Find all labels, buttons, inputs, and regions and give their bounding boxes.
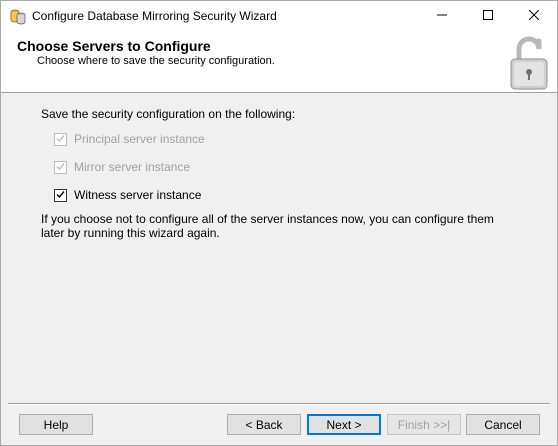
wizard-header: Choose Servers to Configure Choose where… <box>1 31 557 93</box>
wizard-content: Save the security configuration on the f… <box>1 93 557 403</box>
minimize-button[interactable] <box>419 1 465 31</box>
maximize-button[interactable] <box>465 1 511 31</box>
maximize-icon <box>483 9 493 23</box>
checkmark-icon <box>56 132 65 146</box>
checkmark-icon <box>56 160 65 174</box>
principal-server-checkbox[interactable]: Principal server instance <box>54 131 205 147</box>
footer-divider <box>8 403 550 405</box>
info-note: If you choose not to configure all of th… <box>41 212 494 240</box>
mirror-server-checkbox[interactable]: Mirror server instance <box>54 159 190 175</box>
close-icon <box>528 9 540 23</box>
page-title: Choose Servers to Configure <box>17 38 211 54</box>
instruction-label: Save the security configuration on the f… <box>41 107 296 121</box>
next-button[interactable]: Next > <box>307 414 381 435</box>
database-icon <box>9 8 27 26</box>
checkmark-icon <box>56 188 65 202</box>
title-bar[interactable]: Configure Database Mirroring Security Wi… <box>1 1 557 31</box>
checkbox-box <box>54 132 67 146</box>
finish-button[interactable]: Finish >>| <box>387 414 461 435</box>
wizard-window: Configure Database Mirroring Security Wi… <box>0 0 558 446</box>
checkbox-label: Principal server instance <box>74 132 205 146</box>
checkbox-box <box>54 160 67 174</box>
minimize-icon <box>437 9 447 23</box>
close-button[interactable] <box>511 1 557 31</box>
lock-icon <box>507 33 551 91</box>
page-subtitle: Choose where to save the security config… <box>37 55 275 67</box>
help-button[interactable]: Help <box>19 414 93 435</box>
witness-server-checkbox[interactable]: Witness server instance <box>54 187 201 203</box>
cancel-button[interactable]: Cancel <box>466 414 540 435</box>
checkbox-label: Witness server instance <box>74 188 202 202</box>
checkbox-box <box>54 188 67 202</box>
checkbox-label: Mirror server instance <box>74 160 191 174</box>
window-title: Configure Database Mirroring Security Wi… <box>32 9 277 23</box>
back-button[interactable]: < Back <box>227 414 301 435</box>
